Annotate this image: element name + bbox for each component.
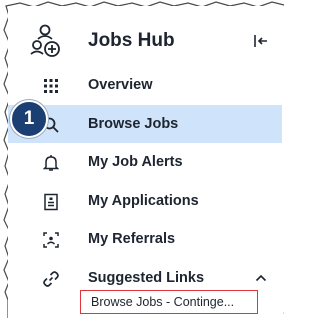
suggested-link-browse-jobs-contingent[interactable]: Browse Jobs - Continge...	[80, 290, 258, 314]
suggested-link-label: Browse Jobs - Continge...	[91, 295, 235, 309]
chevron-up-icon[interactable]	[254, 271, 268, 285]
grid-icon	[44, 79, 58, 93]
sidebar-header: Jobs Hub	[8, 20, 282, 68]
link-icon	[43, 270, 59, 287]
document-icon	[44, 193, 58, 210]
people-add-icon	[30, 24, 60, 57]
sidebar-item-my-applications[interactable]: My Applications	[8, 182, 282, 221]
sidebar-item-label: Suggested Links	[88, 269, 205, 286]
sidebar-nav: Overview Browse Jobs My Job Alerts My Ap…	[8, 66, 282, 297]
sidebar-item-overview[interactable]: Overview	[8, 66, 282, 105]
sidebar-item-label: My Applications	[88, 192, 199, 209]
collapse-left-icon[interactable]	[252, 32, 270, 50]
jobs-hub-sidebar: Jobs Hub Overview Browse Jobs My Job Ale…	[8, 6, 282, 318]
hub-title: Jobs Hub	[88, 30, 175, 51]
bell-icon	[42, 155, 60, 171]
sidebar-item-browse-jobs[interactable]: Browse Jobs	[8, 104, 282, 143]
sidebar-item-label: Overview	[88, 77, 153, 93]
referral-icon	[43, 232, 59, 248]
sidebar-item-my-referrals[interactable]: My Referrals	[8, 220, 282, 259]
sidebar-item-label: Browse Jobs	[88, 115, 179, 132]
sidebar-item-my-job-alerts[interactable]: My Job Alerts	[8, 143, 282, 182]
step-number-badge: 1	[10, 100, 48, 138]
sidebar-item-label: My Job Alerts	[88, 154, 183, 170]
sidebar-item-label: My Referrals	[88, 231, 176, 247]
